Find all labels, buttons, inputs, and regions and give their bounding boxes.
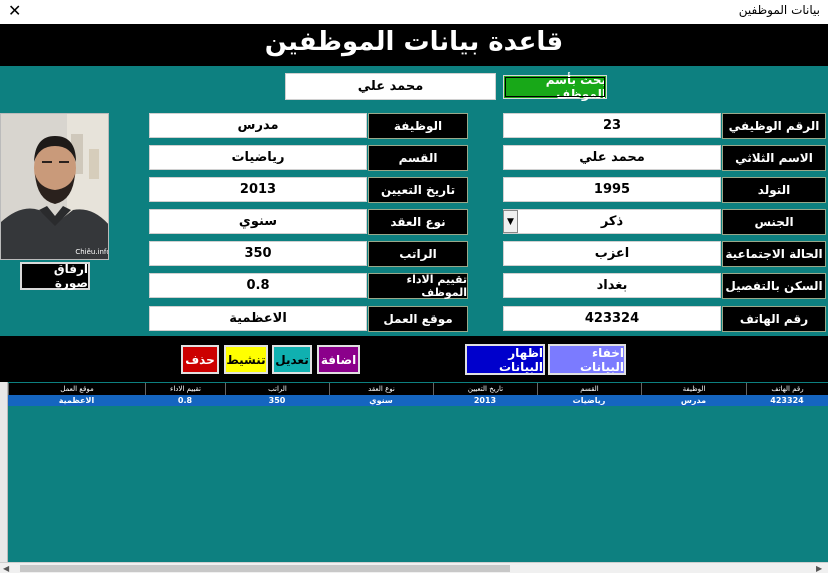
grid-vertical-scrollbar[interactable] <box>0 382 8 562</box>
show-data-button[interactable]: اظهار البيانات <box>465 344 545 375</box>
label-phone: رقم الهاتف <box>722 306 826 332</box>
hire-date-field[interactable]: 2013 <box>149 177 367 202</box>
table-cell: الاعظمية <box>58 396 95 405</box>
grid-header-cell[interactable]: تقييم الاداء <box>145 383 225 395</box>
employee-photo: Chiêu.info <box>0 113 109 260</box>
label-gender: الجنس <box>722 209 826 235</box>
window-title-bar: بيانات الموظفين ✕ <box>0 0 828 24</box>
grid-header-cell[interactable]: رقم الهاتف <box>746 383 828 395</box>
grid-header-cell[interactable]: نوع العقد <box>329 383 433 395</box>
table-row[interactable]: 423324 مدرس رياضيات 2013 سنوي 350 0.8 ال… <box>8 395 828 406</box>
edit-button[interactable]: تعديل <box>272 345 312 374</box>
birth-field[interactable]: 1995 <box>503 177 721 202</box>
contract-field[interactable]: سنوي <box>149 209 367 234</box>
scroll-right-icon[interactable]: ▶ <box>816 563 822 573</box>
grid-header-cell[interactable]: تاريخ التعيين <box>433 383 537 395</box>
window-title: بيانات الموظفين <box>738 3 820 17</box>
label-employee-no: الرقم الوظيفي <box>722 113 826 139</box>
job-field[interactable]: مدرس <box>149 113 367 138</box>
avatar-image: Chiêu.info <box>1 114 109 259</box>
search-input[interactable]: محمد علي <box>285 73 496 100</box>
action-toolbar <box>0 336 828 382</box>
label-contract: نوع العقد <box>368 209 468 235</box>
full-name-field[interactable]: محمد علي <box>503 145 721 170</box>
page-title: قاعدة بيانات الموظفين <box>264 27 564 57</box>
marital-field[interactable]: اعزب <box>503 241 721 266</box>
table-cell: 0.8 <box>177 396 193 405</box>
employee-no-field[interactable]: 23 <box>503 113 721 138</box>
address-field[interactable]: بغداد <box>503 273 721 298</box>
table-cell: 2013 <box>473 396 497 405</box>
add-button[interactable]: اضافة <box>317 345 360 374</box>
label-job: الوظيفة <box>368 113 468 139</box>
table-cell: رياضيات <box>572 396 606 405</box>
photo-watermark: Chiêu.info <box>75 248 109 256</box>
label-full-name: الاسم الثلاثي <box>722 145 826 171</box>
label-birth: التولد <box>722 177 826 203</box>
phone-field[interactable]: 423324 <box>503 306 721 331</box>
work-site-field[interactable]: الاعظمية <box>149 306 367 331</box>
table-cell: 423324 <box>770 396 804 405</box>
label-marital: الحالة الاجتماعية <box>722 241 826 267</box>
scrollbar-thumb[interactable] <box>20 565 510 572</box>
delete-button[interactable]: حذف <box>181 345 219 374</box>
label-hire-date: تاريخ التعيين <box>368 177 468 203</box>
attach-photo-button[interactable]: ارفاق صورة <box>20 262 90 290</box>
search-button[interactable]: بحث بأسم الموظف <box>503 73 607 101</box>
department-field[interactable]: رياضيات <box>149 145 367 170</box>
chevron-down-icon[interactable]: ▼ <box>503 210 518 233</box>
hide-data-button[interactable]: اخفاء البيانات <box>548 344 626 375</box>
label-rating: تقييم الاداء الموظف <box>368 273 468 299</box>
grid-header-row: رقم الهاتف الوظيفة القسم تاريخ التعيين ن… <box>8 383 828 395</box>
header-banner: قاعدة بيانات الموظفين <box>0 24 828 66</box>
grid-header-cell[interactable]: الوظيفة <box>641 383 746 395</box>
scroll-left-icon[interactable]: ◀ <box>3 563 9 573</box>
table-cell: مدرس <box>680 396 707 405</box>
label-salary: الراتب <box>368 241 468 267</box>
grid-header-cell[interactable]: موقع العمل <box>8 383 145 395</box>
employee-grid[interactable]: رقم الهاتف الوظيفة القسم تاريخ التعيين ن… <box>0 382 828 562</box>
gender-select[interactable]: ذكر <box>503 209 721 234</box>
label-department: القسم <box>368 145 468 171</box>
label-address: السكن بالتفصيل <box>722 273 826 299</box>
horizontal-scrollbar[interactable]: ◀ ▶ <box>0 562 828 573</box>
grid-header-cell[interactable]: القسم <box>537 383 641 395</box>
close-icon[interactable]: ✕ <box>8 1 21 20</box>
label-work-site: موقع العمل <box>368 306 468 332</box>
salary-field[interactable]: 350 <box>149 241 367 266</box>
table-cell: سنوي <box>369 396 393 405</box>
grid-header-cell[interactable]: الراتب <box>225 383 329 395</box>
rating-field[interactable]: 0.8 <box>149 273 367 298</box>
refresh-button[interactable]: تنشيط <box>224 345 268 374</box>
table-cell: 350 <box>268 396 286 405</box>
